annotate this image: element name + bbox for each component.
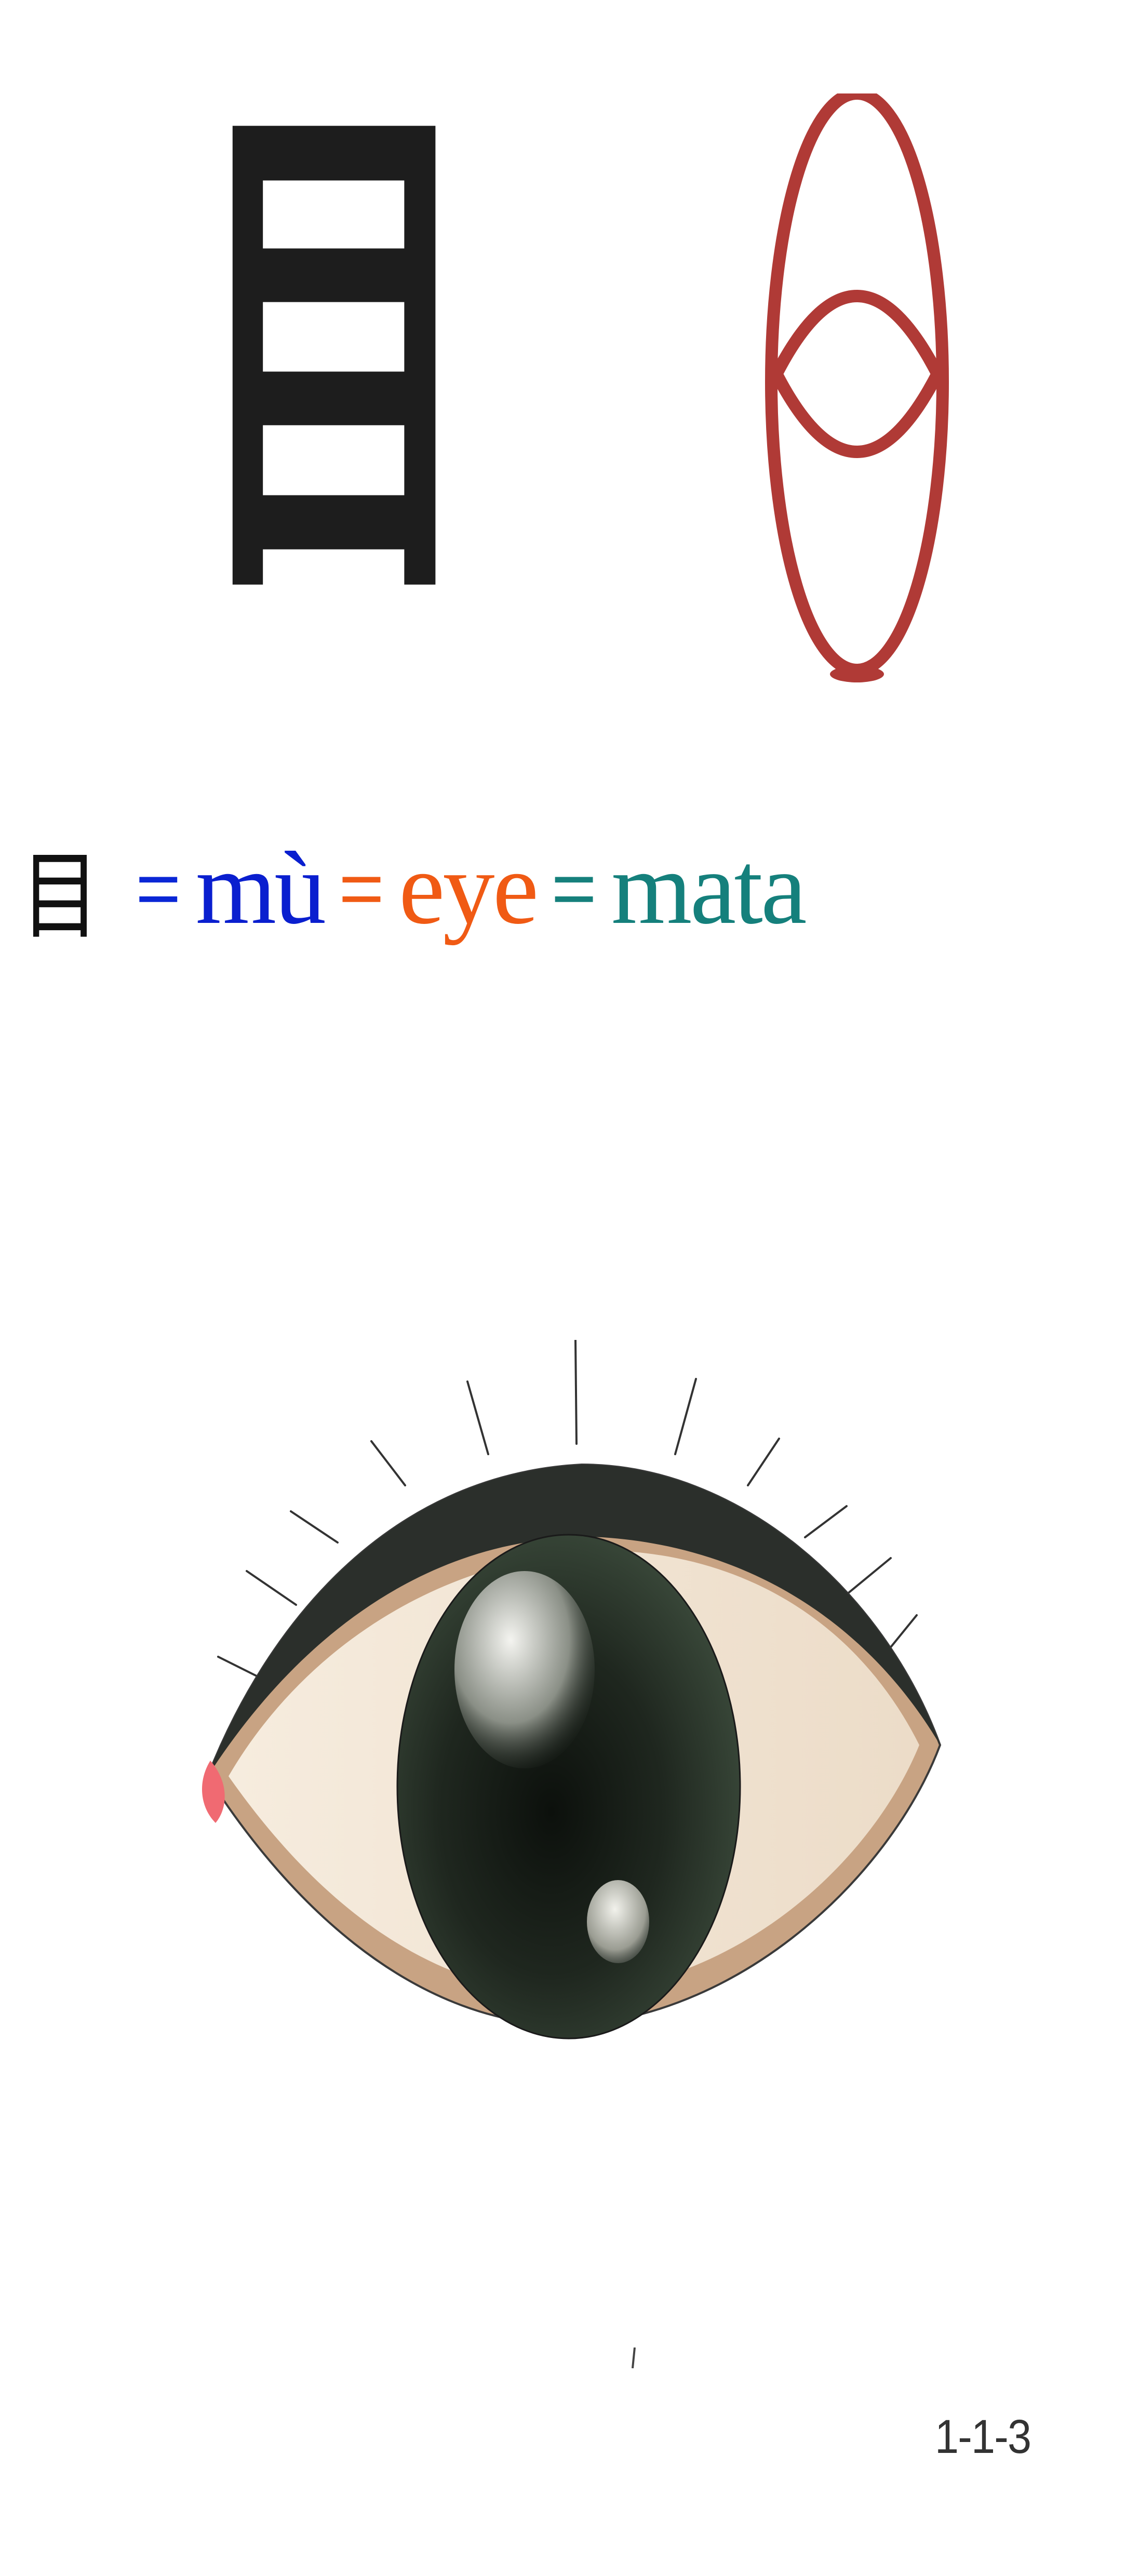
pinyin-text: mù [195,830,327,946]
equals-sign-2: = [339,844,384,932]
equals-sign-3: = [551,844,597,932]
english-word: eye [398,830,539,946]
scan-mark [632,2347,636,2368]
pictograph-inner-eye [769,290,945,458]
equation-character: 目 [21,840,100,952]
eye-pictograph [765,93,949,682]
page-number: 1-1-3 [935,2410,1031,2463]
main-character: 目 [192,50,478,661]
highlight-large [454,1571,595,1768]
pictograph-base-dot [830,666,884,682]
highlight-small [587,1880,649,1963]
eye-illustration [202,1340,942,2040]
meaning-equation: 目 = mù = eye = mata [21,810,807,966]
malay-word: mata [611,830,807,946]
pictograph-outer-ring [765,93,949,676]
equals-sign-1: = [136,844,181,932]
